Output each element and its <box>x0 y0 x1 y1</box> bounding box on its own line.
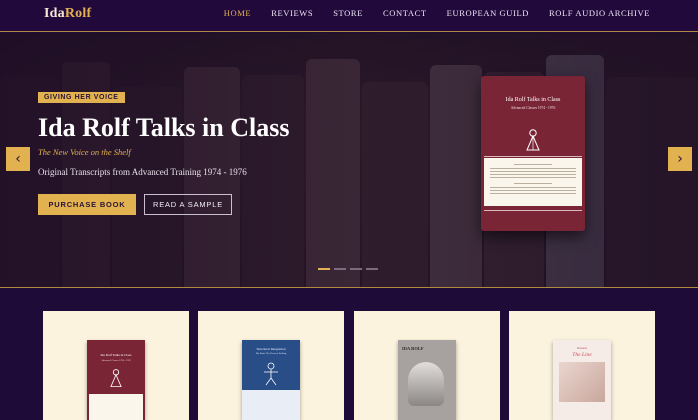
emblem-icon <box>526 129 540 151</box>
nav-european-guild[interactable]: EUROPEAN GUILD <box>447 8 529 18</box>
hero-book-cover[interactable]: Ida Rolf Talks in Class Advanced Classes… <box>481 76 585 231</box>
book-cover[interactable]: IDA ROLF <box>398 340 456 420</box>
cover-subtitle: The Line <box>572 352 592 358</box>
book-card[interactable]: IDA ROLF <box>354 311 500 420</box>
hero-overlay <box>0 33 698 287</box>
logo-second: Rolf <box>64 6 92 21</box>
cover-subtitle: My Book: The Heart of Rolfing <box>255 352 287 355</box>
slide-indicators <box>318 268 378 270</box>
slide-dot[interactable] <box>350 268 362 270</box>
emblem-icon <box>110 369 122 388</box>
book-card[interactable]: Presents The Line <box>509 311 655 420</box>
nav-home[interactable]: HOME <box>224 8 251 18</box>
cover-title: IDA ROLF <box>402 346 424 351</box>
slide-dot[interactable] <box>366 268 378 270</box>
main-nav: HOME REVIEWS STORE CONTACT EUROPEAN GUIL… <box>224 8 650 18</box>
hero-description: Original Transcripts from Advanced Train… <box>38 167 247 177</box>
slide-dot[interactable] <box>318 268 330 270</box>
figure-icon <box>264 362 278 386</box>
next-slide-button[interactable]: › <box>668 147 692 171</box>
hero-book-title: Ida Rolf Talks in Class <box>505 97 561 103</box>
purchase-book-button[interactable]: PURCHASE BOOK <box>38 194 136 215</box>
prev-slide-button[interactable]: ‹ <box>6 147 30 171</box>
hero-slider: GIVING HER VOICE Ida Rolf Talks in Class… <box>0 33 698 287</box>
hero-divider <box>0 287 698 288</box>
hero-book-subtitle: Advanced Classes 1974 - 1976 <box>510 106 556 110</box>
book-cover[interactable]: Structural Integration My Book: The Hear… <box>242 340 300 420</box>
hero-subtitle: The New Voice on the Shelf <box>38 147 131 157</box>
slide-dot[interactable] <box>334 268 346 270</box>
nav-contact[interactable]: CONTACT <box>383 8 427 18</box>
site-header: IdaRolf HOME REVIEWS STORE CONTACT EUROP… <box>0 0 698 32</box>
cover-subtitle: Advanced Classes 1974 - 1976 <box>101 359 131 362</box>
logo-first: Ida <box>44 6 65 21</box>
hero-book-blurb <box>484 158 582 206</box>
read-sample-button[interactable]: READ A SAMPLE <box>144 194 232 215</box>
nav-store[interactable]: STORE <box>333 8 363 18</box>
chevron-right-icon: › <box>677 151 683 167</box>
book-cover[interactable]: Presents The Line <box>553 340 611 420</box>
book-card[interactable]: Structural Integration My Book: The Hear… <box>198 311 344 420</box>
book-card[interactable]: Ida Rolf Talks in Class Advanced Classes… <box>43 311 189 420</box>
cover-title: Presents <box>577 346 587 350</box>
hero-title: Ida Rolf Talks in Class <box>38 113 290 142</box>
book-cover[interactable]: Ida Rolf Talks in Class Advanced Classes… <box>87 340 145 420</box>
cover-title: Ida Rolf Talks in Class <box>100 353 132 357</box>
nav-rolf-audio-archive[interactable]: ROLF AUDIO ARCHIVE <box>549 8 650 18</box>
chevron-left-icon: ‹ <box>15 151 21 167</box>
logo[interactable]: IdaRolf <box>44 6 91 22</box>
nav-reviews[interactable]: REVIEWS <box>271 8 313 18</box>
cover-title: Structural Integration <box>256 347 286 351</box>
hero-badge: GIVING HER VOICE <box>38 92 125 103</box>
